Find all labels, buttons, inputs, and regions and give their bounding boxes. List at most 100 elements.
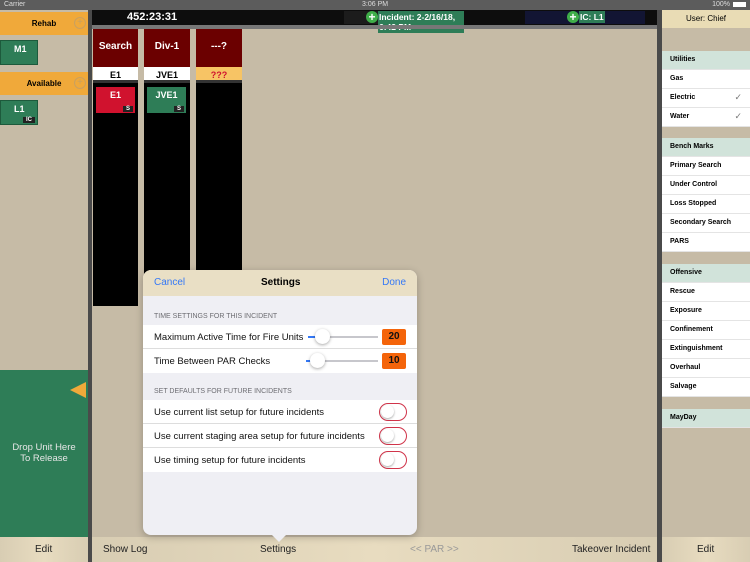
- item-pars[interactable]: PARS: [662, 233, 750, 252]
- item-label: Overhaul: [670, 364, 701, 371]
- group-label: Available: [26, 79, 62, 88]
- item-extinguishment[interactable]: Extinguishment: [662, 340, 750, 359]
- section-utilities: Utilities: [662, 51, 750, 70]
- item-overhaul[interactable]: Overhaul: [662, 359, 750, 378]
- item-label: Rescue: [670, 288, 695, 295]
- item-secondary-search[interactable]: Secondary Search: [662, 214, 750, 233]
- battery: 100%: [712, 1, 730, 8]
- par-interval-slider[interactable]: [306, 353, 378, 368]
- item-label: Secondary Search: [670, 219, 732, 226]
- section-bench-marks: Bench Marks: [662, 138, 750, 157]
- item-salvage[interactable]: Salvage: [662, 378, 750, 397]
- edit-label: Edit: [697, 544, 715, 555]
- ic-label: IC: L1: [579, 11, 605, 23]
- ic-button[interactable]: + IC: L1: [525, 11, 645, 24]
- item-label: Extinguishment: [670, 345, 723, 352]
- plus-icon: +: [366, 11, 378, 23]
- column-title: ---?: [196, 29, 242, 67]
- max-active-time-value: 20: [382, 329, 406, 345]
- par-button[interactable]: << PAR >>: [410, 544, 459, 555]
- item-label: Confinement: [670, 326, 713, 333]
- unit-tag: S: [173, 106, 184, 112]
- unit-card-e1[interactable]: E1 S: [96, 87, 135, 113]
- column-label: JVE1: [144, 67, 190, 83]
- unit-label: JVE1: [155, 90, 178, 100]
- column-label: E1: [93, 67, 138, 83]
- item-rescue[interactable]: Rescue: [662, 283, 750, 302]
- unit-tag: IC: [23, 117, 35, 123]
- column-label: ???: [196, 67, 242, 83]
- timing-setup-toggle[interactable]: [379, 451, 407, 469]
- item-exposure[interactable]: Exposure: [662, 302, 750, 321]
- incident-button[interactable]: + Incident: 2-2/16/18, 6:42 PM: [344, 11, 464, 33]
- takeover-incident-button[interactable]: Takeover Incident: [572, 544, 650, 555]
- item-label: Primary Search: [670, 162, 722, 169]
- unit-tag: S: [122, 106, 133, 112]
- popover-header: Cancel Settings Done: [143, 270, 417, 296]
- checkmark-icon: ✓: [734, 111, 742, 121]
- unit-label: L1: [14, 104, 25, 114]
- item-under-control[interactable]: Under Control: [662, 176, 750, 195]
- item-primary-search[interactable]: Primary Search: [662, 157, 750, 176]
- show-log-button[interactable]: Show Log: [103, 544, 147, 555]
- incident-label: Incident: 2-2/16/18, 6:42 PM: [378, 11, 464, 33]
- slider-knob[interactable]: [315, 329, 330, 344]
- popover-arrow: [272, 535, 286, 542]
- item-label: Under Control: [670, 181, 718, 188]
- arrow-left-icon: [70, 382, 86, 398]
- settings-button[interactable]: Settings: [260, 544, 296, 555]
- done-button[interactable]: Done: [382, 277, 406, 288]
- section-title: Utilities: [670, 56, 696, 63]
- popover-title: Settings: [261, 277, 301, 288]
- right-edit-button[interactable]: Edit: [662, 537, 750, 562]
- staging-setup-row: Use current staging area setup for futur…: [143, 424, 417, 448]
- slider-knob[interactable]: [309, 353, 325, 368]
- par-interval-value: 10: [382, 353, 406, 369]
- add-icon[interactable]: +: [74, 17, 86, 29]
- item-electric[interactable]: Electric ✓: [662, 89, 750, 108]
- item-label: Water: [670, 113, 690, 120]
- clock: 3:06 PM: [362, 1, 389, 8]
- section-offensive: Offensive: [662, 264, 750, 283]
- list-setup-toggle[interactable]: [379, 403, 407, 421]
- add-icon[interactable]: +: [74, 77, 86, 89]
- unit-label: M1: [14, 44, 27, 54]
- group-available[interactable]: Available +: [0, 72, 88, 95]
- left-edit-button[interactable]: Edit: [0, 537, 88, 562]
- carrier: Carrier: [4, 1, 26, 8]
- column-unassigned[interactable]: ---? ???: [196, 29, 242, 274]
- plus-icon: +: [567, 11, 579, 23]
- list-setup-row: Use current list setup for future incide…: [143, 400, 417, 424]
- bottom-toolbar: Show Log Settings << PAR >> Takeover Inc…: [92, 537, 657, 562]
- section-mayday[interactable]: MayDay: [662, 409, 750, 428]
- row-label: Use current list setup for future incide…: [154, 407, 325, 418]
- item-confinement[interactable]: Confinement: [662, 321, 750, 340]
- checkmark-icon: ✓: [734, 92, 742, 102]
- status-bar: Carrier 3:06 PM 100%: [0, 0, 750, 10]
- user-label[interactable]: User: Chief: [662, 10, 750, 28]
- group-rehab[interactable]: Rehab +: [0, 12, 88, 35]
- incident-timer: 452:23:31: [127, 11, 178, 23]
- cancel-button[interactable]: Cancel: [154, 277, 185, 288]
- unit-card-jve1[interactable]: JVE1 S: [147, 87, 186, 113]
- unit-m1[interactable]: M1: [0, 40, 38, 65]
- item-gas[interactable]: Gas: [662, 70, 750, 89]
- item-loss-stopped[interactable]: Loss Stopped: [662, 195, 750, 214]
- section-title: Offensive: [670, 269, 702, 276]
- item-label: Electric: [670, 94, 696, 101]
- section-header: SET DEFAULTS FOR FUTURE INCIDENTS: [154, 388, 292, 395]
- max-active-time-slider[interactable]: [308, 329, 378, 344]
- timing-setup-row: Use timing setup for future incidents: [143, 448, 417, 472]
- row-label: Use timing setup for future incidents: [154, 455, 306, 466]
- column-div-1[interactable]: Div-1 JVE1 JVE1 S: [144, 29, 190, 306]
- row-label: Time Between PAR Checks: [154, 356, 271, 367]
- section-header: TIME SETTINGS FOR THIS INCIDENT: [154, 313, 278, 320]
- staging-setup-toggle[interactable]: [379, 427, 407, 445]
- settings-popover: Cancel Settings Done TIME SETTINGS FOR T…: [143, 270, 417, 535]
- unit-l1[interactable]: L1 IC: [0, 100, 38, 125]
- column-title: Search: [93, 29, 138, 67]
- column-title: Div-1: [144, 29, 190, 67]
- row-label: Maximum Active Time for Fire Units: [154, 332, 304, 343]
- item-water[interactable]: Water ✓: [662, 108, 750, 127]
- column-search[interactable]: Search E1 E1 S: [93, 29, 138, 306]
